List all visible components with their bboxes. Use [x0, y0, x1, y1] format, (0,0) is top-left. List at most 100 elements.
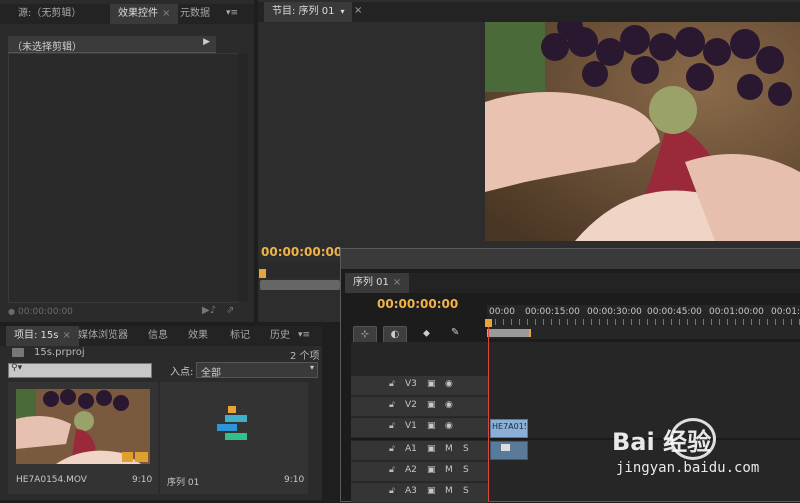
playhead-marker[interactable] — [485, 319, 492, 327]
track-header-a1[interactable]: 🔓︎ A1 ▣ M S — [351, 441, 488, 461]
watermark-line1: Bai 经验 — [612, 428, 712, 456]
panel-menu-icon[interactable]: ▾≡ — [226, 8, 238, 18]
tab-effect-controls[interactable]: 效果控件 × — [110, 4, 179, 24]
lock-icon[interactable]: 🔓︎ — [389, 465, 399, 475]
track-header-v3[interactable]: 🔓︎ V3 ▣ ◉ — [351, 376, 488, 396]
ruler-label: 00:01:00:00 — [709, 307, 764, 317]
video-badge-icon — [122, 452, 133, 462]
in-point-select[interactable]: 全部 ▾ — [196, 362, 318, 379]
work-area-bar[interactable] — [487, 329, 531, 337]
close-icon[interactable]: × — [393, 277, 401, 288]
tab-source[interactable]: 源:（无剪辑） — [10, 4, 89, 24]
film-icon[interactable]: ▣ — [427, 400, 436, 410]
audio-source-icon[interactable]: ▣ — [427, 444, 436, 454]
lock-icon[interactable]: 🔓︎ — [389, 379, 399, 389]
track-name-v3: V3 — [405, 379, 417, 389]
vertical-scrollbar[interactable] — [238, 53, 248, 301]
tab-media-browser[interactable]: 媒体浏览器 — [70, 326, 136, 346]
export-icon[interactable]: ⇗ — [226, 305, 234, 316]
snap-icon: ⊹ — [360, 329, 370, 340]
eye-icon[interactable]: ◉ — [445, 421, 453, 431]
tab-info[interactable]: 信息 — [140, 326, 176, 346]
tab-metadata-label: 元数据 — [180, 8, 210, 19]
track-name-a2: A2 — [405, 465, 417, 475]
mute-button[interactable]: M — [445, 486, 453, 496]
playhead-marker[interactable] — [259, 269, 266, 278]
mute-button[interactable]: M — [445, 444, 453, 454]
project-item-clip[interactable]: HE7A0154.MOV 9:10 — [8, 382, 158, 494]
track-header-a3[interactable]: 🔓︎ A3 ▣ M S — [351, 483, 488, 503]
effect-controls-area — [8, 53, 239, 303]
source-tabbar: 源:（无剪辑） 效果控件 × 元数据 ▾≡ — [0, 4, 254, 24]
panel-menu-icon[interactable]: ▾≡ — [298, 330, 310, 340]
project-panel: 项目: 15s × 媒体浏览器 信息 效果 标记 历史 ▾≡ 15s.prproj… — [0, 326, 322, 500]
play-indicator-icon: ● — [8, 307, 15, 316]
solo-button[interactable]: S — [463, 465, 469, 475]
ruler-label: 00:01:15:00 — [771, 307, 800, 317]
timeline-tabbar: 序列 01 × — [345, 273, 800, 293]
close-icon[interactable]: × — [162, 8, 170, 19]
source-panel: 源:（无剪辑） 效果控件 × 元数据 ▾≡ （未选择剪辑） ▶ 00:00:00:… — [0, 0, 254, 322]
audio-source-icon[interactable]: ▣ — [427, 486, 436, 496]
tab-project[interactable]: 项目: 15s × — [6, 326, 79, 346]
tab-metadata[interactable]: 元数据 — [172, 4, 218, 24]
project-item-count: 2 个项 — [290, 351, 320, 362]
clip-name: HE7A0154.MOV — [16, 475, 87, 485]
project-tabbar: 项目: 15s × 媒体浏览器 信息 效果 标记 历史 ▾≡ — [0, 326, 322, 346]
track-name-a1: A1 — [405, 444, 417, 454]
tab-source-label: 源:（无剪辑） — [18, 8, 82, 19]
video-clip-label: HE7A015 — [492, 422, 526, 431]
eye-icon[interactable]: ◉ — [445, 379, 453, 389]
clip-selector[interactable]: （未选择剪辑） ▶ — [8, 36, 216, 53]
tab-project-label: 项目: 15s — [14, 330, 59, 341]
sequence-icon — [217, 406, 247, 440]
track-header-v1[interactable]: 🔓︎ V1 ▣ ◉ — [351, 418, 488, 438]
track-header-a2[interactable]: 🔓︎ A2 ▣ M S — [351, 462, 488, 482]
film-icon[interactable]: ▣ — [427, 379, 436, 389]
zoom-bar[interactable] — [260, 280, 340, 290]
tab-sequence[interactable]: 序列 01 × — [345, 273, 410, 293]
eye-icon[interactable]: ◉ — [445, 400, 453, 410]
search-input[interactable]: ⚲▾ — [8, 363, 152, 378]
time-ruler[interactable]: 00:00 00:00:15:00 00:00:30:00 00:00:45:0… — [487, 305, 800, 339]
tab-program-label: 节目: 序列 01 — [272, 6, 335, 17]
track-name-v1: V1 — [405, 421, 417, 431]
tab-history[interactable]: 历史 — [262, 326, 298, 346]
ruler-label: 00:00:15:00 — [525, 307, 580, 317]
tab-info-label: 信息 — [148, 330, 168, 341]
track-header-v2[interactable]: 🔓︎ V2 ▣ ◉ — [351, 397, 488, 417]
audio-toggle-icon[interactable]: ▶♪ — [202, 305, 216, 316]
solo-button[interactable]: S — [463, 444, 469, 454]
wrench-icon[interactable]: ✎ — [451, 327, 459, 338]
marker-icon[interactable]: ⬥ — [423, 328, 430, 339]
timeline-timecode: 00:00:00:00 — [377, 297, 459, 311]
program-tabbar: 节目: 序列 01 ▾ × — [258, 2, 800, 22]
ruler-label: 00:00:45:00 — [647, 307, 702, 317]
close-icon[interactable]: × — [354, 5, 362, 16]
in-point-label: 入点: — [170, 367, 194, 378]
tab-program[interactable]: 节目: 序列 01 ▾ — [264, 2, 353, 22]
lock-icon[interactable]: 🔓︎ — [389, 486, 399, 496]
film-icon[interactable]: ▣ — [427, 421, 436, 431]
watermark-line2: jingyan.baidu.com — [616, 460, 760, 476]
chevron-down-icon[interactable]: ▾ — [340, 7, 344, 16]
tab-history-label: 历史 — [270, 330, 290, 341]
program-video-frame — [485, 22, 800, 241]
video-clip[interactable]: HE7A015 — [490, 419, 528, 438]
mute-button[interactable]: M — [445, 465, 453, 475]
tab-effects[interactable]: 效果 — [180, 326, 216, 346]
tab-markers[interactable]: 标记 — [222, 326, 258, 346]
solo-button[interactable]: S — [463, 486, 469, 496]
tab-effect-controls-label: 效果控件 — [118, 8, 158, 19]
track-name-v2: V2 — [405, 400, 417, 410]
lock-icon[interactable]: 🔓︎ — [389, 444, 399, 454]
audio-source-icon[interactable]: ▣ — [427, 465, 436, 475]
lock-icon[interactable]: 🔓︎ — [389, 400, 399, 410]
playhead-line[interactable] — [488, 319, 489, 501]
lock-icon[interactable]: 🔓︎ — [389, 421, 399, 431]
program-timecode: 00:00:00:00 — [261, 245, 343, 259]
audio-clip[interactable] — [490, 441, 528, 460]
audio-badge-icon — [135, 452, 148, 462]
project-item-sequence[interactable]: 序列 01 9:10 — [160, 382, 308, 494]
track-name-a3: A3 — [405, 486, 417, 496]
